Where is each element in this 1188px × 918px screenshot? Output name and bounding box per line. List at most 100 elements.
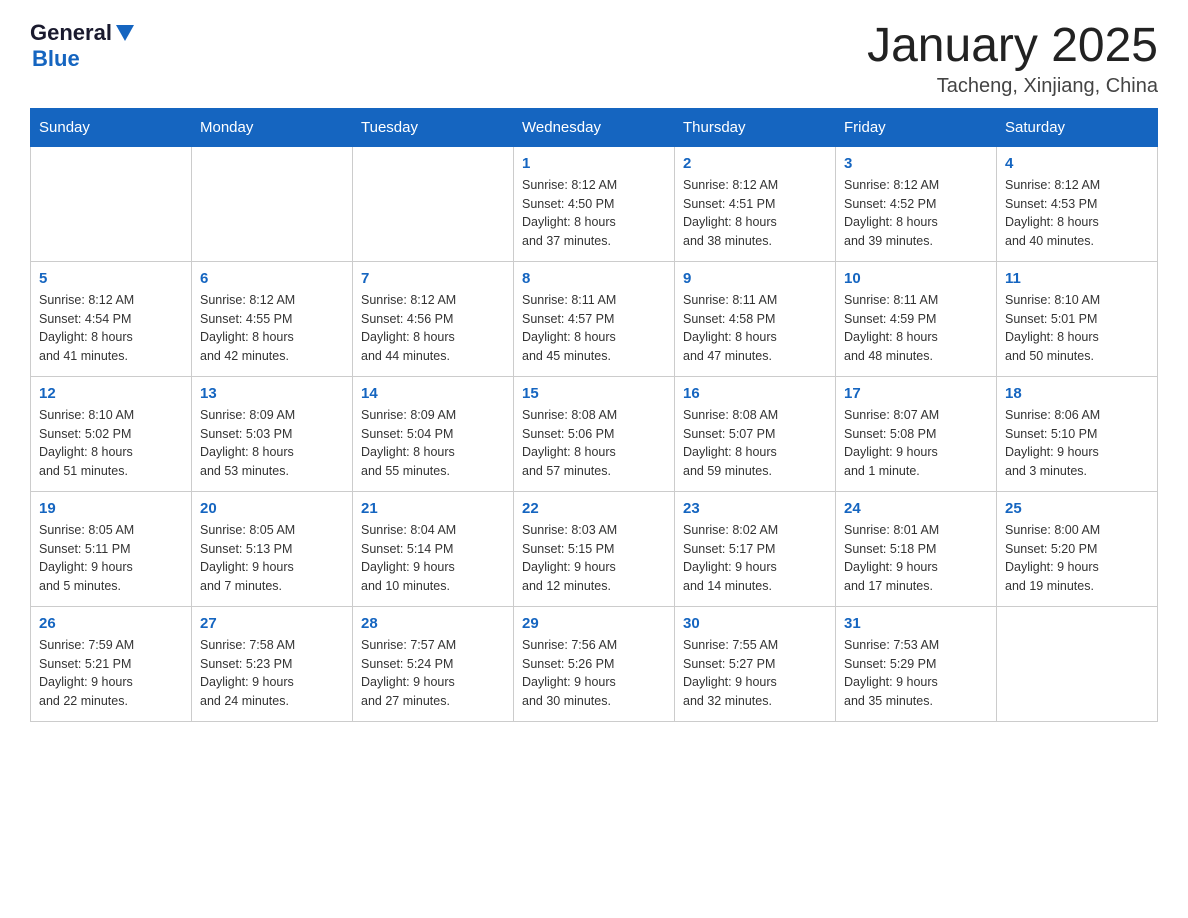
- calendar-subtitle: Tacheng, Xinjiang, China: [867, 75, 1158, 98]
- day-number: 25: [1005, 500, 1149, 517]
- day-info: Sunrise: 8:04 AM Sunset: 5:14 PM Dayligh…: [361, 521, 505, 596]
- day-info: Sunrise: 7:58 AM Sunset: 5:23 PM Dayligh…: [200, 636, 344, 711]
- day-number: 8: [522, 270, 666, 287]
- day-info: Sunrise: 8:12 AM Sunset: 4:55 PM Dayligh…: [200, 291, 344, 366]
- calendar-cell: 8 Sunrise: 8:11 AM Sunset: 4:57 PM Daylig…: [514, 261, 675, 376]
- day-number: 10: [844, 270, 988, 287]
- calendar-cell: 24Sunrise: 8:01 AM Sunset: 5:18 PM Dayli…: [836, 491, 997, 606]
- day-info: Sunrise: 8:08 AM Sunset: 5:07 PM Dayligh…: [683, 406, 827, 481]
- day-info: Sunrise: 8:11 AM Sunset: 4:59 PM Dayligh…: [844, 291, 988, 366]
- calendar-cell: 22 Sunrise: 8:03 AM Sunset: 5:15 PM Dayli…: [514, 491, 675, 606]
- day-header-tuesday: Tuesday: [353, 108, 514, 146]
- calendar-cell: 27Sunrise: 7:58 AM Sunset: 5:23 PM Dayli…: [192, 606, 353, 721]
- calendar-header-row: SundayMondayTuesdayWednesdayThursdayFrid…: [31, 108, 1158, 146]
- day-number: 21: [361, 500, 505, 517]
- day-header-thursday: Thursday: [675, 108, 836, 146]
- day-info: Sunrise: 7:53 AM Sunset: 5:29 PM Dayligh…: [844, 636, 988, 711]
- calendar-title: January 2025: [867, 20, 1158, 73]
- calendar-cell: 31 Sunrise: 7:53 AM Sunset: 5:29 PM Dayli…: [836, 606, 997, 721]
- calendar-cell: [353, 146, 514, 261]
- day-header-sunday: Sunday: [31, 108, 192, 146]
- logo-general-text: General: [30, 20, 112, 46]
- day-info: Sunrise: 8:12 AM Sunset: 4:54 PM Dayligh…: [39, 291, 183, 366]
- day-info: Sunrise: 8:12 AM Sunset: 4:56 PM Dayligh…: [361, 291, 505, 366]
- day-info: Sunrise: 8:12 AM Sunset: 4:52 PM Dayligh…: [844, 176, 988, 251]
- calendar-cell: [192, 146, 353, 261]
- calendar-cell: 15Sunrise: 8:08 AM Sunset: 5:06 PM Dayli…: [514, 376, 675, 491]
- day-info: Sunrise: 8:07 AM Sunset: 5:08 PM Dayligh…: [844, 406, 988, 481]
- calendar-cell: 25 Sunrise: 8:00 AM Sunset: 5:20 PM Dayli…: [997, 491, 1158, 606]
- calendar-cell: 29 Sunrise: 7:56 AM Sunset: 5:26 PM Dayli…: [514, 606, 675, 721]
- day-info: Sunrise: 8:10 AM Sunset: 5:02 PM Dayligh…: [39, 406, 183, 481]
- day-info: Sunrise: 8:09 AM Sunset: 5:03 PM Dayligh…: [200, 406, 344, 481]
- day-number: 15: [522, 385, 666, 402]
- calendar-cell: 16 Sunrise: 8:08 AM Sunset: 5:07 PM Dayli…: [675, 376, 836, 491]
- day-number: 30: [683, 615, 827, 632]
- calendar-cell: 6 Sunrise: 8:12 AM Sunset: 4:55 PM Daylig…: [192, 261, 353, 376]
- day-number: 31: [844, 615, 988, 632]
- calendar-cell: 4 Sunrise: 8:12 AM Sunset: 4:53 PM Daylig…: [997, 146, 1158, 261]
- day-number: 14: [361, 385, 505, 402]
- day-number: 23: [683, 500, 827, 517]
- day-header-wednesday: Wednesday: [514, 108, 675, 146]
- day-info: Sunrise: 8:12 AM Sunset: 4:53 PM Dayligh…: [1005, 176, 1149, 251]
- day-info: Sunrise: 8:12 AM Sunset: 4:50 PM Dayligh…: [522, 176, 666, 251]
- day-info: Sunrise: 7:59 AM Sunset: 5:21 PM Dayligh…: [39, 636, 183, 711]
- calendar-cell: 12Sunrise: 8:10 AM Sunset: 5:02 PM Dayli…: [31, 376, 192, 491]
- calendar-week-row: 19Sunrise: 8:05 AM Sunset: 5:11 PM Dayli…: [31, 491, 1158, 606]
- logo-blue-text: Blue: [32, 46, 136, 72]
- calendar-cell: 21 Sunrise: 8:04 AM Sunset: 5:14 PM Dayli…: [353, 491, 514, 606]
- calendar-cell: 10 Sunrise: 8:11 AM Sunset: 4:59 PM Dayli…: [836, 261, 997, 376]
- day-info: Sunrise: 8:11 AM Sunset: 4:58 PM Dayligh…: [683, 291, 827, 366]
- calendar-cell: 17 Sunrise: 8:07 AM Sunset: 5:08 PM Dayli…: [836, 376, 997, 491]
- day-number: 29: [522, 615, 666, 632]
- calendar-cell: 9Sunrise: 8:11 AM Sunset: 4:58 PM Daylig…: [675, 261, 836, 376]
- logo-icon: [114, 21, 136, 43]
- title-section: January 2025 Tacheng, Xinjiang, China: [867, 20, 1158, 98]
- day-info: Sunrise: 8:02 AM Sunset: 5:17 PM Dayligh…: [683, 521, 827, 596]
- day-info: Sunrise: 8:03 AM Sunset: 5:15 PM Dayligh…: [522, 521, 666, 596]
- day-info: Sunrise: 8:00 AM Sunset: 5:20 PM Dayligh…: [1005, 521, 1149, 596]
- day-number: 6: [200, 270, 344, 287]
- day-header-monday: Monday: [192, 108, 353, 146]
- day-info: Sunrise: 8:11 AM Sunset: 4:57 PM Dayligh…: [522, 291, 666, 366]
- day-number: 1: [522, 155, 666, 172]
- day-number: 26: [39, 615, 183, 632]
- day-number: 7: [361, 270, 505, 287]
- day-number: 4: [1005, 155, 1149, 172]
- day-number: 22: [522, 500, 666, 517]
- calendar-week-row: 12Sunrise: 8:10 AM Sunset: 5:02 PM Dayli…: [31, 376, 1158, 491]
- day-number: 16: [683, 385, 827, 402]
- day-info: Sunrise: 7:56 AM Sunset: 5:26 PM Dayligh…: [522, 636, 666, 711]
- day-number: 18: [1005, 385, 1149, 402]
- day-number: 20: [200, 500, 344, 517]
- calendar-cell: 28 Sunrise: 7:57 AM Sunset: 5:24 PM Dayli…: [353, 606, 514, 721]
- day-header-saturday: Saturday: [997, 108, 1158, 146]
- day-header-friday: Friday: [836, 108, 997, 146]
- calendar-cell: 18 Sunrise: 8:06 AM Sunset: 5:10 PM Dayli…: [997, 376, 1158, 491]
- calendar-cell: 11Sunrise: 8:10 AM Sunset: 5:01 PM Dayli…: [997, 261, 1158, 376]
- logo: General Blue: [30, 20, 136, 72]
- day-info: Sunrise: 8:05 AM Sunset: 5:13 PM Dayligh…: [200, 521, 344, 596]
- calendar-week-row: 5 Sunrise: 8:12 AM Sunset: 4:54 PM Daylig…: [31, 261, 1158, 376]
- day-number: 28: [361, 615, 505, 632]
- calendar-week-row: 1 Sunrise: 8:12 AM Sunset: 4:50 PM Daylig…: [31, 146, 1158, 261]
- calendar-cell: 3Sunrise: 8:12 AM Sunset: 4:52 PM Daylig…: [836, 146, 997, 261]
- calendar-cell: 19Sunrise: 8:05 AM Sunset: 5:11 PM Dayli…: [31, 491, 192, 606]
- day-number: 13: [200, 385, 344, 402]
- day-info: Sunrise: 7:57 AM Sunset: 5:24 PM Dayligh…: [361, 636, 505, 711]
- calendar-cell: 30 Sunrise: 7:55 AM Sunset: 5:27 PM Dayli…: [675, 606, 836, 721]
- day-info: Sunrise: 7:55 AM Sunset: 5:27 PM Dayligh…: [683, 636, 827, 711]
- day-number: 2: [683, 155, 827, 172]
- calendar-cell: 5 Sunrise: 8:12 AM Sunset: 4:54 PM Daylig…: [31, 261, 192, 376]
- day-number: 5: [39, 270, 183, 287]
- calendar-cell: 13 Sunrise: 8:09 AM Sunset: 5:03 PM Dayli…: [192, 376, 353, 491]
- day-info: Sunrise: 8:05 AM Sunset: 5:11 PM Dayligh…: [39, 521, 183, 596]
- day-number: 24: [844, 500, 988, 517]
- calendar-cell: 23 Sunrise: 8:02 AM Sunset: 5:17 PM Dayli…: [675, 491, 836, 606]
- page-header: General Blue January 2025 Tacheng, Xinji…: [30, 20, 1158, 98]
- calendar-week-row: 26 Sunrise: 7:59 AM Sunset: 5:21 PM Dayli…: [31, 606, 1158, 721]
- day-number: 17: [844, 385, 988, 402]
- day-info: Sunrise: 8:06 AM Sunset: 5:10 PM Dayligh…: [1005, 406, 1149, 481]
- calendar-cell: [997, 606, 1158, 721]
